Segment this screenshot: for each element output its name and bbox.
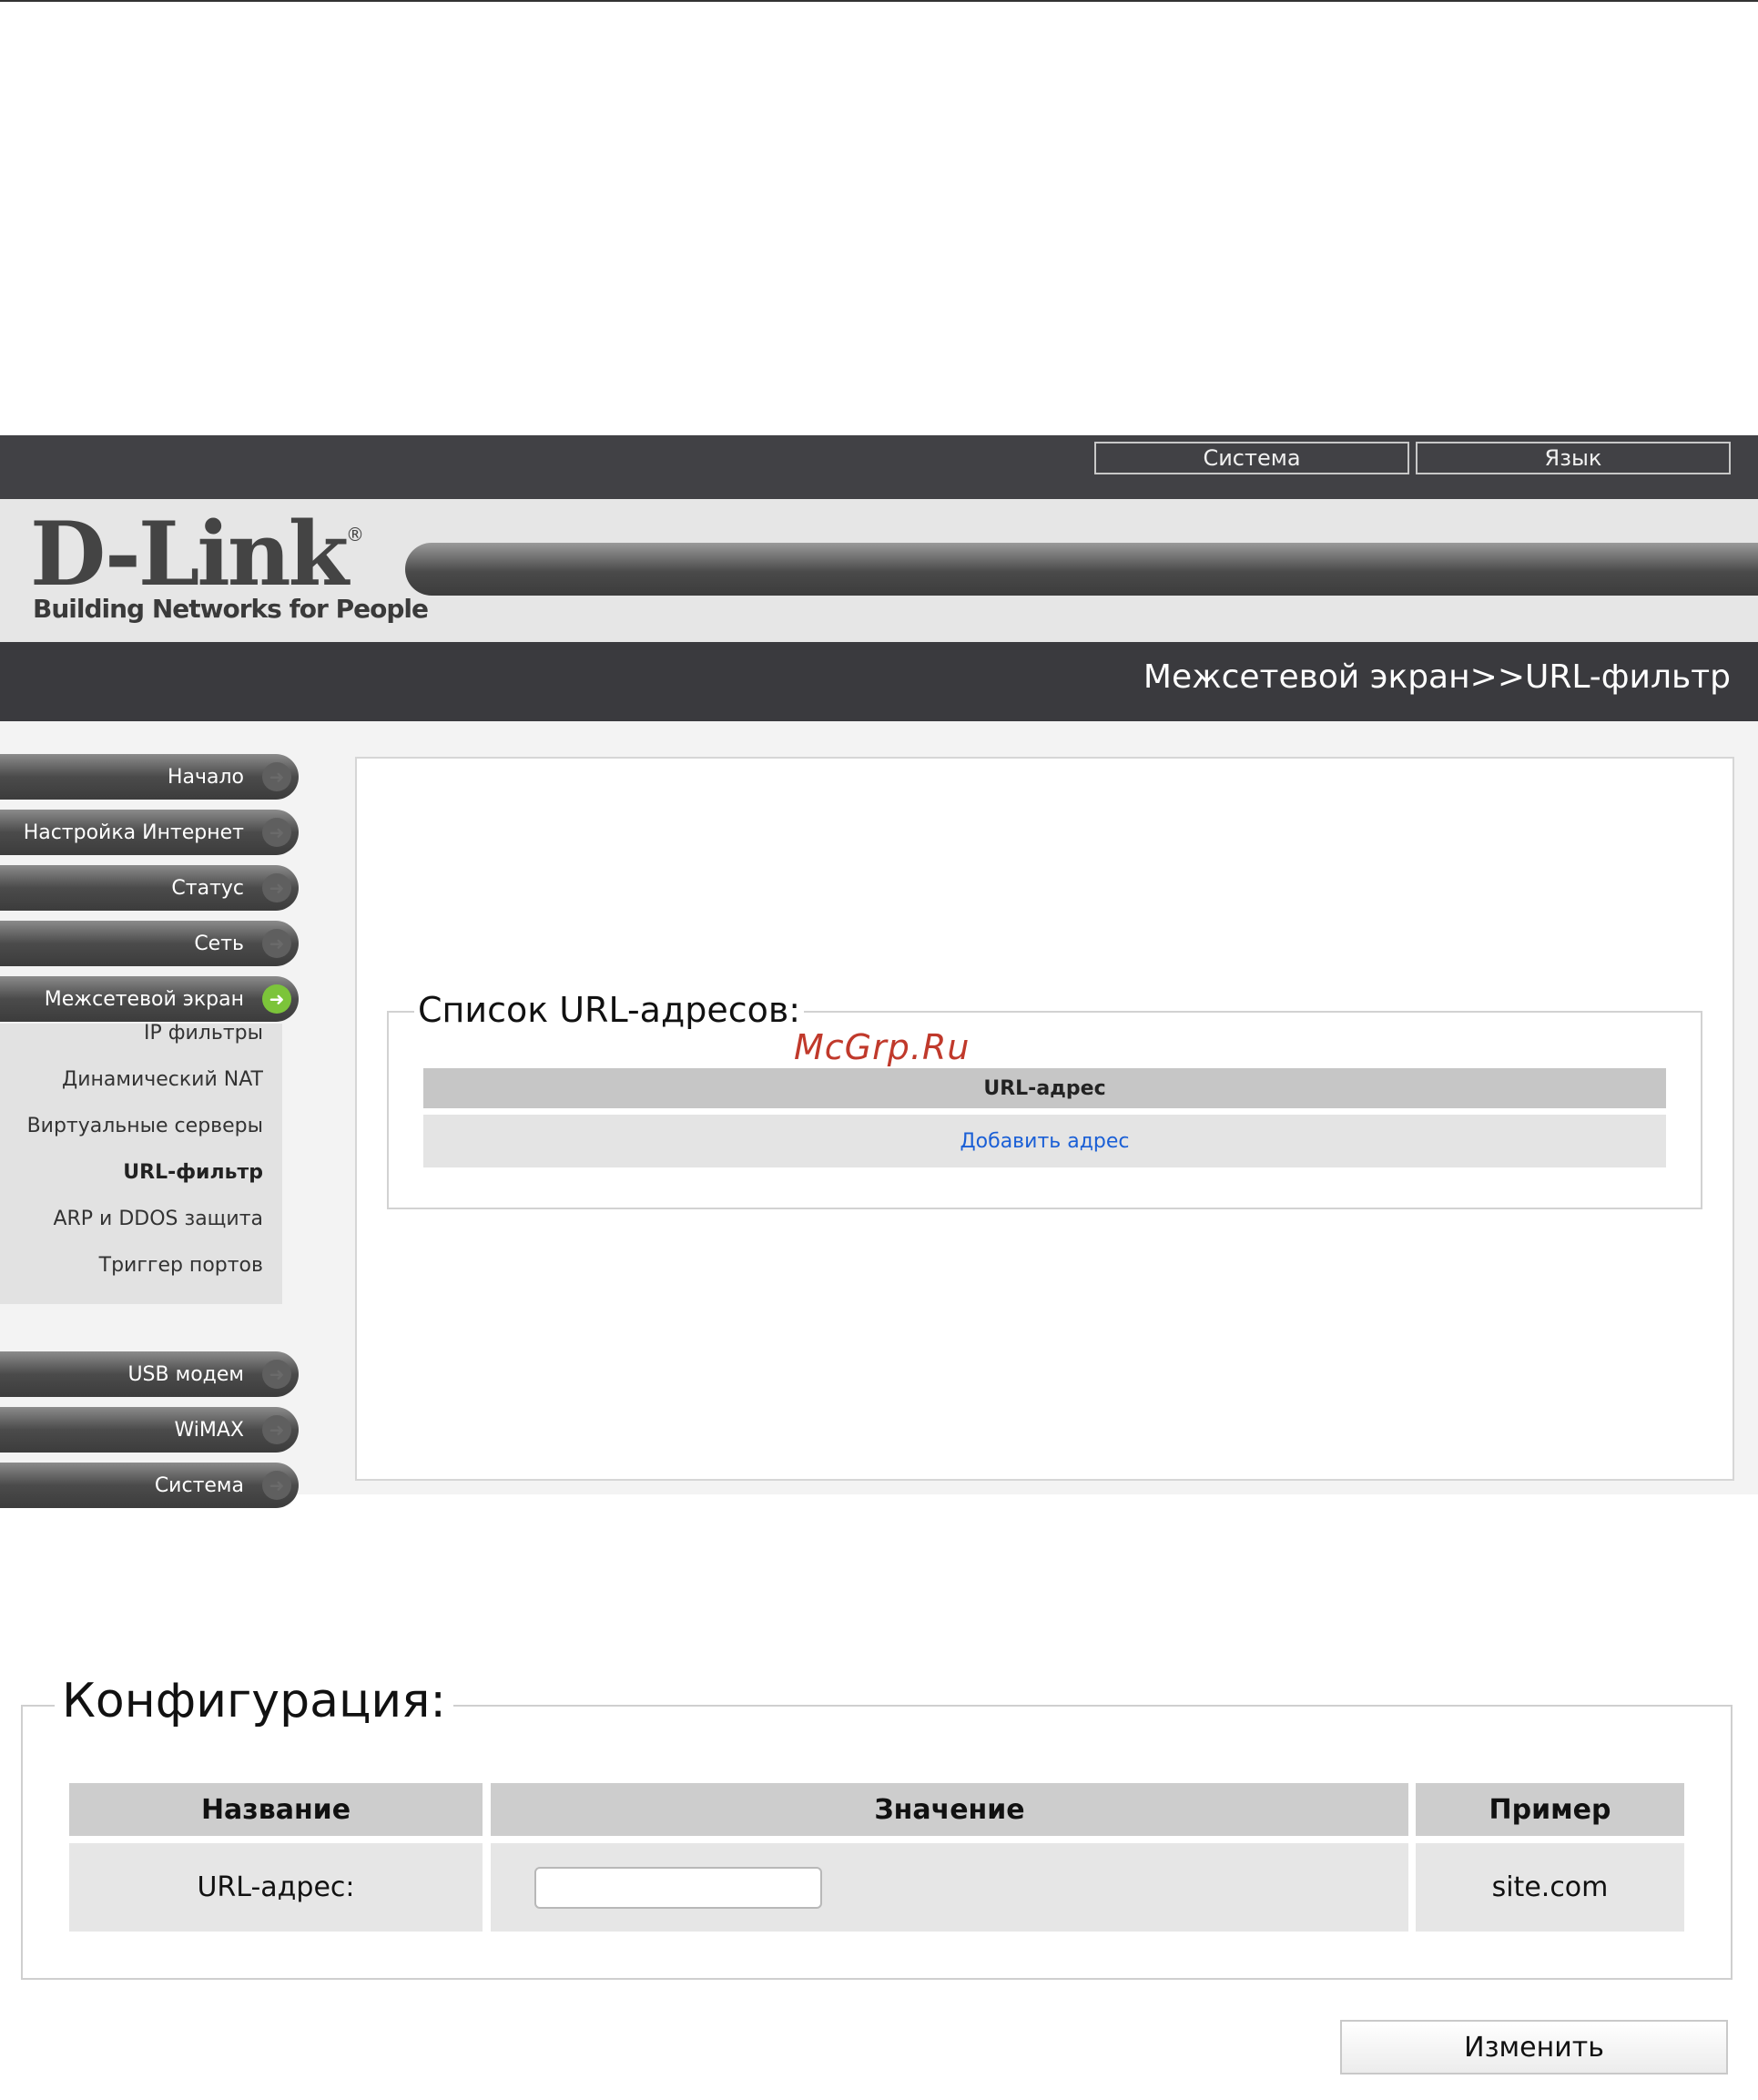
url-list-fieldset <box>387 1011 1702 1209</box>
submenu-item-ip-filters[interactable]: IP фильтры <box>144 1022 263 1045</box>
router-web-interface: Система Язык D-Link ® Building Networks … <box>0 435 1758 1508</box>
logo-tagline: Building Networks for People <box>33 594 429 624</box>
sidebar-item-network[interactable]: Сеть ➜ <box>0 921 299 966</box>
logo-registered-mark: ® <box>346 524 364 545</box>
sidebar-item-label: USB модем <box>127 1362 244 1386</box>
configuration-fieldset <box>21 1705 1733 1980</box>
header-value: Значение <box>491 1783 1408 1836</box>
header-example: Пример <box>1416 1783 1684 1836</box>
sidebar-item-wimax[interactable]: WiMAX ➜ <box>0 1407 299 1453</box>
row-label-url: URL-адрес: <box>69 1843 483 1932</box>
dlink-logo: D-Link ® Building Networks for People <box>30 511 429 625</box>
top-menu-bar: Система Язык <box>0 435 1758 499</box>
header-band: D-Link ® Building Networks for People <box>0 499 1758 642</box>
language-menu-button[interactable]: Язык <box>1416 442 1731 474</box>
header-decorative-bar <box>405 543 1758 596</box>
arrow-right-icon: ➜ <box>262 1415 291 1444</box>
breadcrumb: Межсетевой экран>>URL-фильтр <box>1143 658 1731 696</box>
submenu-item-arp-ddos[interactable]: ARP и DDOS защита <box>53 1208 263 1230</box>
breadcrumb-bar: Межсетевой экран>>URL-фильтр <box>0 642 1758 721</box>
url-list-row: Добавить адрес <box>423 1115 1666 1167</box>
sidebar-item-label: WiMAX <box>174 1418 244 1442</box>
header-name: Название <box>69 1783 483 1836</box>
sidebar-item-label: Система <box>154 1473 244 1497</box>
firewall-submenu: IP фильтры Динамический NAT Виртуальные … <box>0 1022 282 1304</box>
sidebar-item-usb-modem[interactable]: USB модем ➜ <box>0 1351 299 1397</box>
sidebar-item-label: Сеть <box>194 932 244 955</box>
add-address-link[interactable]: Добавить адрес <box>960 1130 1129 1153</box>
sidebar-item-system[interactable]: Система ➜ <box>0 1463 299 1508</box>
arrow-right-icon: ➜ <box>262 818 291 847</box>
url-address-input[interactable] <box>534 1867 822 1909</box>
submenu-item-port-trigger[interactable]: Триггер портов <box>99 1254 263 1277</box>
arrow-right-icon: ➜ <box>262 1471 291 1500</box>
configuration-legend: Конфигурация: <box>55 1674 453 1728</box>
arrow-right-icon: ➜ <box>262 929 291 958</box>
sidebar-item-label: Начало <box>167 765 244 789</box>
sidebar-item-internet-setup[interactable]: Настройка Интернет ➜ <box>0 810 299 855</box>
watermark: McGrp.Ru <box>794 1027 970 1067</box>
row-example: site.com <box>1416 1843 1684 1932</box>
sidebar-item-start[interactable]: Начало ➜ <box>0 754 299 800</box>
url-column-header: URL-адрес <box>423 1068 1666 1108</box>
sidebar-item-label: Настройка Интернет <box>23 821 244 844</box>
sidebar-item-label: Межсетевой экран <box>44 987 244 1011</box>
arrow-right-icon: ➜ <box>262 873 291 902</box>
top-divider <box>0 0 1758 2</box>
system-menu-button[interactable]: Система <box>1094 442 1409 474</box>
submenu-item-url-filter[interactable]: URL-фильтр <box>123 1161 263 1184</box>
logo-brand-text: D-Link <box>30 503 349 606</box>
change-button[interactable]: Изменить <box>1340 2020 1728 2075</box>
sidebar-item-label: Статус <box>171 876 244 900</box>
url-list-legend: Список URL-адресов: <box>414 990 805 1030</box>
arrow-right-active-icon: ➜ <box>262 984 291 1014</box>
arrow-right-icon: ➜ <box>262 762 291 791</box>
submenu-item-dynamic-nat[interactable]: Динамический NAT <box>62 1068 263 1091</box>
arrow-right-icon: ➜ <box>262 1360 291 1389</box>
submenu-item-virtual-servers[interactable]: Виртуальные серверы <box>27 1115 263 1137</box>
sidebar-item-status[interactable]: Статус ➜ <box>0 865 299 911</box>
sidebar-item-firewall[interactable]: Межсетевой экран ➜ <box>0 976 299 1022</box>
